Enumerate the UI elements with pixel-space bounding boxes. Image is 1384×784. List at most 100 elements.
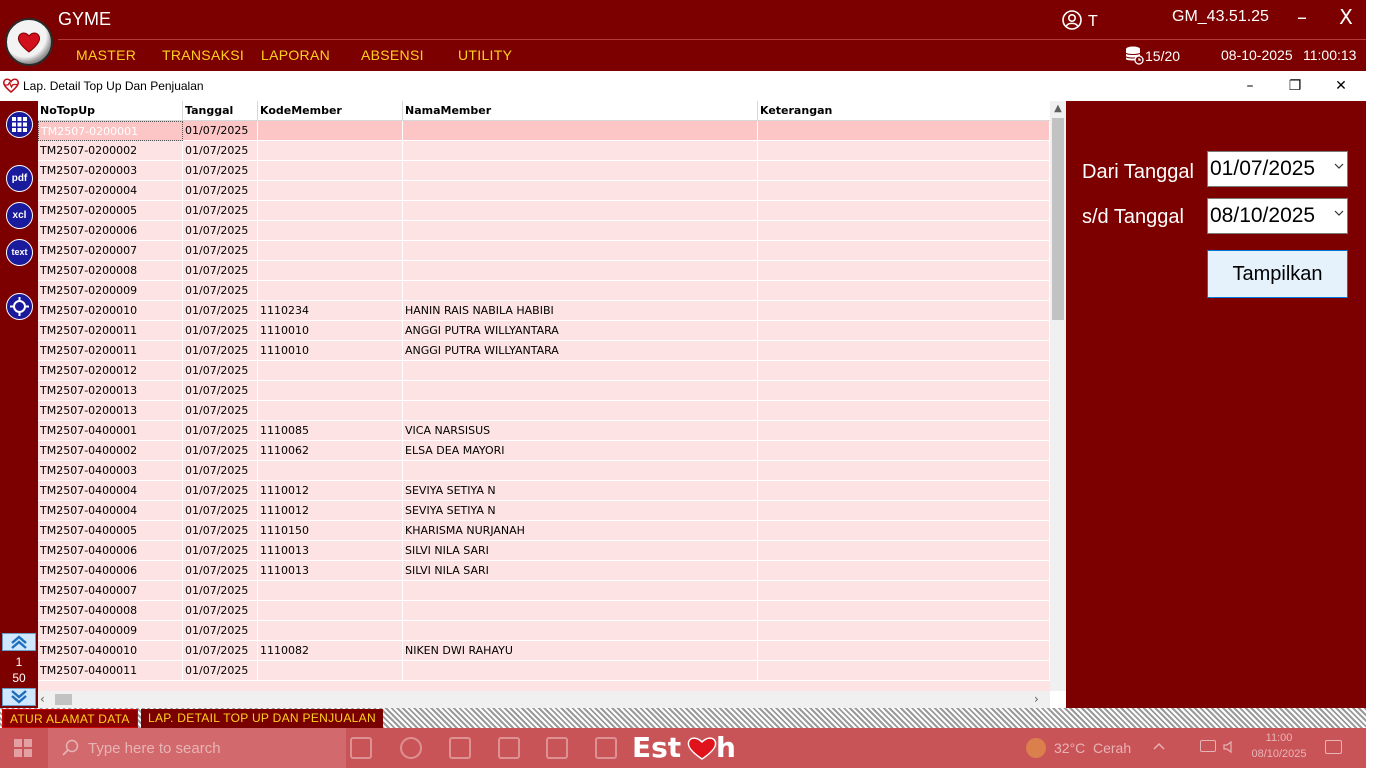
cell-tanggal[interactable]: 01/07/2025	[183, 381, 258, 401]
cell-namamember[interactable]	[403, 161, 758, 181]
cell-keterangan[interactable]	[758, 601, 1050, 621]
cell-keterangan[interactable]	[758, 581, 1050, 601]
cell-tanggal[interactable]: 01/07/2025	[183, 221, 258, 241]
cell-notopup[interactable]: TM2507-0400011	[38, 661, 183, 681]
cell-notopup[interactable]: TM2507-0400009	[38, 621, 183, 641]
cell-tanggal[interactable]: 01/07/2025	[183, 341, 258, 361]
cell-tanggal[interactable]: 01/07/2025	[183, 281, 258, 301]
taskbar-search-box[interactable]: Type here to search	[48, 728, 346, 768]
page-up-button[interactable]	[2, 633, 36, 651]
cell-kodemember[interactable]: 1110062	[258, 441, 403, 461]
table-row[interactable]: TM2507-0400001 01/07/2025 1110085 VICA NARS…	[38, 421, 1050, 441]
cell-keterangan[interactable]	[758, 481, 1050, 501]
cell-notopup[interactable]: TM2507-0200009	[38, 281, 183, 301]
cell-kodemember[interactable]	[258, 121, 403, 141]
cell-notopup[interactable]: TM2507-0400005	[38, 521, 183, 541]
cell-namamember[interactable]	[403, 181, 758, 201]
vertical-scroll-thumb[interactable]	[1052, 118, 1064, 320]
cell-keterangan[interactable]	[758, 561, 1050, 581]
table-row[interactable]: TM2507-0200002 01/07/2025	[38, 141, 1050, 161]
window-close-button[interactable]: ✕	[1326, 75, 1356, 97]
table-row[interactable]: TM2507-0200004 01/07/2025	[38, 181, 1050, 201]
cell-namamember[interactable]	[403, 381, 758, 401]
grid-menu-button[interactable]	[6, 111, 33, 138]
cell-namamember[interactable]: ANGGI PUTRA WILLYANTARA	[403, 341, 758, 361]
cell-namamember[interactable]: SEVIYA SETIYA N	[403, 501, 758, 521]
cell-keterangan[interactable]	[758, 421, 1050, 441]
cell-tanggal[interactable]: 01/07/2025	[183, 661, 258, 681]
table-row[interactable]: TM2507-0200009 01/07/2025	[38, 281, 1050, 301]
cell-keterangan[interactable]	[758, 361, 1050, 381]
cell-tanggal[interactable]: 01/07/2025	[183, 481, 258, 501]
cell-kodemember[interactable]	[258, 401, 403, 421]
locate-button[interactable]	[6, 293, 33, 320]
cell-kodemember[interactable]: 1110010	[258, 341, 403, 361]
cell-kodemember[interactable]	[258, 581, 403, 601]
cell-notopup[interactable]: TM2507-0400008	[38, 601, 183, 621]
app-minimize-button[interactable]: –	[1290, 2, 1314, 32]
cell-namamember[interactable]	[403, 201, 758, 221]
cell-notopup[interactable]: TM2507-0200011	[38, 341, 183, 361]
cell-notopup[interactable]: TM2507-0200003	[38, 161, 183, 181]
task-view-icon[interactable]	[350, 737, 372, 759]
network-icon[interactable]	[1200, 740, 1216, 752]
menu-absensi[interactable]: ABSENSI	[361, 47, 424, 63]
table-row[interactable]: TM2507-0400003 01/07/2025	[38, 461, 1050, 481]
table-row[interactable]: TM2507-0200006 01/07/2025	[38, 221, 1050, 241]
cell-keterangan[interactable]	[758, 221, 1050, 241]
cell-keterangan[interactable]	[758, 201, 1050, 221]
cell-kodemember[interactable]: 1110010	[258, 321, 403, 341]
cell-notopup[interactable]: TM2507-0200006	[38, 221, 183, 241]
calculator-icon[interactable]	[498, 737, 520, 759]
cell-kodemember[interactable]: 1110012	[258, 501, 403, 521]
cell-keterangan[interactable]	[758, 441, 1050, 461]
cell-keterangan[interactable]	[758, 281, 1050, 301]
file-explorer-icon[interactable]	[449, 737, 471, 759]
cell-namamember[interactable]: SILVI NILA SARI	[403, 541, 758, 561]
export-pdf-button[interactable]: pdf	[6, 165, 33, 192]
cell-kodemember[interactable]	[258, 161, 403, 181]
cell-notopup[interactable]: TM2507-0200004	[38, 181, 183, 201]
cell-kodemember[interactable]: 1110150	[258, 521, 403, 541]
cell-namamember[interactable]	[403, 121, 758, 141]
cell-kodemember[interactable]	[258, 361, 403, 381]
column-header-kodemember[interactable]: KodeMember	[258, 101, 403, 121]
table-row[interactable]: TM2507-0200008 01/07/2025	[38, 261, 1050, 281]
cell-tanggal[interactable]: 01/07/2025	[183, 521, 258, 541]
cell-keterangan[interactable]	[758, 461, 1050, 481]
tray-chevron-up-icon[interactable]	[1152, 739, 1166, 753]
heart-logo-icon[interactable]	[5, 18, 53, 66]
cell-kodemember[interactable]	[258, 201, 403, 221]
cell-keterangan[interactable]	[758, 501, 1050, 521]
cell-tanggal[interactable]: 01/07/2025	[183, 421, 258, 441]
cell-tanggal[interactable]: 01/07/2025	[183, 241, 258, 261]
cell-namamember[interactable]	[403, 401, 758, 421]
menu-utility[interactable]: UTILITY	[458, 47, 512, 63]
scroll-up-arrow-icon[interactable]: ▲	[1050, 101, 1066, 117]
table-row[interactable]: TM2507-0400004 01/07/2025 1110012 SEVIYA SE…	[38, 481, 1050, 501]
table-row[interactable]: TM2507-0200001 01/07/2025	[38, 121, 1050, 141]
cell-keterangan[interactable]	[758, 341, 1050, 361]
table-row[interactable]: TM2507-0400002 01/07/2025 1110062 ELSA DEA …	[38, 441, 1050, 461]
cell-keterangan[interactable]	[758, 401, 1050, 421]
table-row[interactable]: TM2507-0400006 01/07/2025 1110013 SILVI NIL…	[38, 541, 1050, 561]
tab-atur-alamat-data[interactable]: ATUR ALAMAT DATA	[2, 709, 138, 728]
cell-tanggal[interactable]: 01/07/2025	[183, 361, 258, 381]
user-icon[interactable]	[1062, 10, 1082, 34]
report-grid[interactable]: NoTopUp Tanggal KodeMember NamaMember Ke…	[38, 101, 1066, 708]
cell-notopup[interactable]: TM2507-0200007	[38, 241, 183, 261]
cell-kodemember[interactable]	[258, 181, 403, 201]
table-row[interactable]: TM2507-0400011 01/07/2025	[38, 661, 1050, 681]
cell-namamember[interactable]: VICA NARSISUS	[403, 421, 758, 441]
notification-icon[interactable]	[1325, 740, 1342, 754]
cell-notopup[interactable]: TM2507-0200011	[38, 321, 183, 341]
cell-tanggal[interactable]: 01/07/2025	[183, 441, 258, 461]
cell-notopup[interactable]: TM2507-0200013	[38, 381, 183, 401]
cell-keterangan[interactable]	[758, 181, 1050, 201]
notes-app-icon[interactable]	[595, 737, 617, 759]
cell-notopup[interactable]: TM2507-0200001	[38, 121, 183, 141]
table-row[interactable]: TM2507-0200005 01/07/2025	[38, 201, 1050, 221]
cell-tanggal[interactable]: 01/07/2025	[183, 561, 258, 581]
table-row[interactable]: TM2507-0200013 01/07/2025	[38, 401, 1050, 421]
cell-kodemember[interactable]: 1110082	[258, 641, 403, 661]
